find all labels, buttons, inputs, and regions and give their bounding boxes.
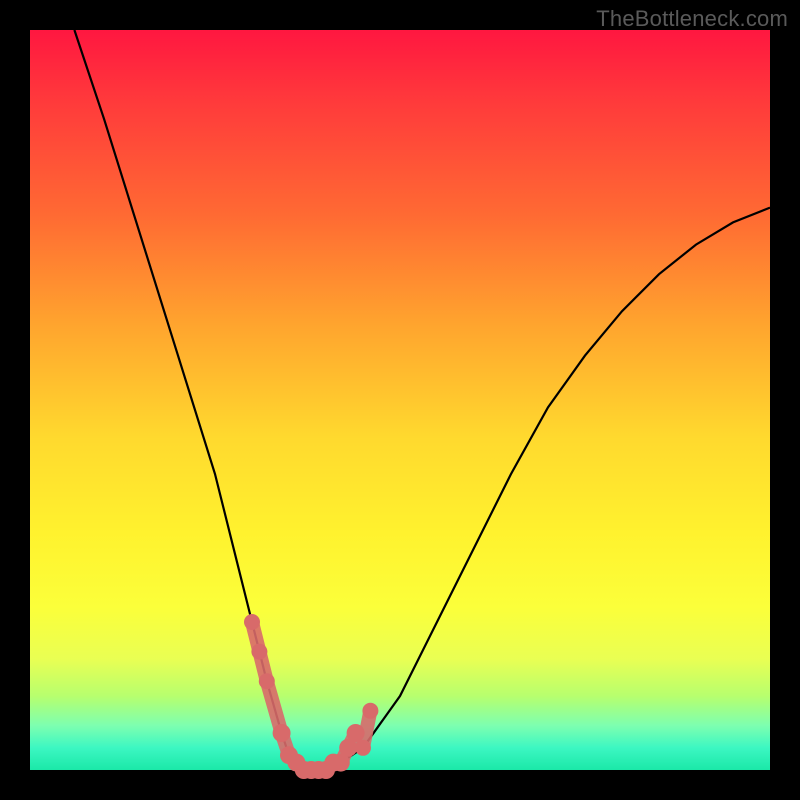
main-curve-path xyxy=(74,30,770,770)
highlight-dot xyxy=(251,644,267,660)
highlight-dot xyxy=(244,614,260,630)
highlight-dot xyxy=(259,673,275,689)
chart-svg xyxy=(30,30,770,770)
watermark-text: TheBottleneck.com xyxy=(596,6,788,32)
highlight-dots-group xyxy=(244,614,378,779)
highlight-dot xyxy=(355,740,371,756)
highlight-dot xyxy=(273,724,291,742)
chart-frame: TheBottleneck.com xyxy=(0,0,800,800)
highlight-dot xyxy=(347,724,365,742)
highlight-dot xyxy=(362,703,378,719)
